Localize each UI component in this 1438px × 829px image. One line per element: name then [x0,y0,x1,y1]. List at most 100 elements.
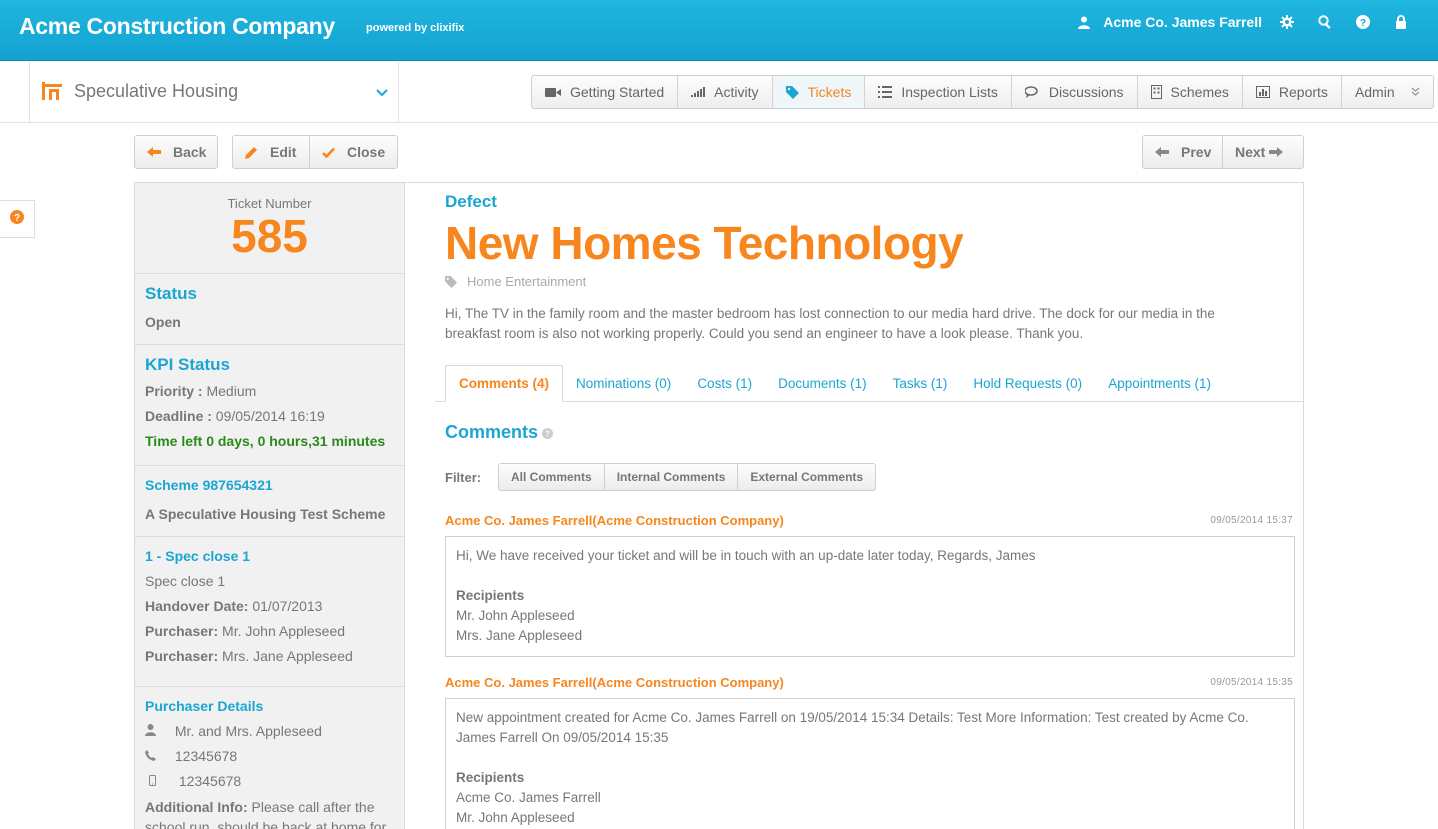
lock-icon[interactable] [1393,14,1409,30]
detail-tabs: Comments (4) Nominations (0) Costs (1) D… [445,365,1224,402]
ticket-number: 585 [231,210,308,262]
priority-row: Priority : Medium [145,383,257,399]
project-selector[interactable]: Speculative Housing [29,62,399,123]
signal-icon [691,87,706,97]
project-name: Speculative Housing [74,81,239,101]
recipient: Mr. John Appleseed [456,608,575,623]
deadline-row: Deadline : 09/05/2014 16:19 [145,408,325,424]
arrow-left-icon [147,147,161,157]
status-block: Status Open [135,274,404,345]
filter-label: Filter: [445,470,482,485]
back-button[interactable]: Back [134,135,218,169]
svg-text:?: ? [1360,18,1366,29]
tab-admin[interactable]: Admin [1342,76,1433,108]
powered-by: powered by clixifix [366,22,465,34]
contact-name-row: Mr. and Mrs. Appleseed [145,719,394,744]
tab-getting-started[interactable]: Getting Started [532,76,679,108]
plot-name: Spec close 1 [145,573,226,589]
additional-info: Additional Info: Please call after the s… [145,799,387,829]
tab-discussions[interactable]: Discussions [1012,76,1138,108]
bar-chart-icon [1255,86,1270,98]
comment-time: 09/05/2014 15:35 [1210,677,1293,688]
svg-text:?: ? [545,430,550,439]
ticket-description: Hi, The TV in the family room and the ma… [445,306,1215,341]
checkmark-icon [322,147,335,158]
time-left: Time left 0 days, 0 hours,31 minutes [145,433,386,449]
chevron-down-icon[interactable] [376,84,388,102]
help-icon: ? [10,209,24,229]
ticket-sidebar: Ticket Number 585 Status Open KPI Status… [134,182,405,829]
phone-icon [145,744,165,769]
help-tab[interactable]: ? [0,200,35,238]
recipient: Acme Co. James Farrell [456,790,601,805]
ticket-number-label: Ticket Number [227,196,312,211]
purchaser-row: Purchaser: Mrs. Jane Appleseed [145,648,353,664]
tab-documents[interactable]: Documents (1) [765,365,880,402]
arrow-left-icon [1155,147,1169,157]
tab-comments[interactable]: Comments (4) [445,365,564,402]
gear-icon[interactable] [1279,14,1295,30]
tab-hold-requests[interactable]: Hold Requests (0) [960,365,1095,402]
tab-costs[interactable]: Costs (1) [684,365,765,402]
comment-time: 09/05/2014 15:37 [1210,515,1293,526]
list-icon [878,86,893,98]
help-icon[interactable]: ? [1355,14,1371,30]
filter-internal-comments[interactable]: Internal Comments [605,464,739,490]
tab-tickets[interactable]: Tickets [772,76,866,108]
company-name[interactable]: Acme Construction Company [19,13,335,40]
tab-reports[interactable]: Reports [1243,76,1342,108]
ticket-category: Home Entertainment [445,274,586,289]
pencil-icon [245,146,258,159]
mobile-row: 12345678 [145,769,394,794]
purchaser-details-block: Purchaser Details Mr. and Mrs. Appleseed… [135,687,404,829]
tag-icon [785,85,799,99]
handover-row: Handover Date: 01/07/2013 [145,598,323,614]
recipients-label: Recipients [456,588,525,603]
kpi-heading: KPI Status [145,355,231,374]
chevron-down-icon [1411,85,1420,99]
edit-button[interactable]: Edit [232,135,310,169]
plot-block: 1 - Spec close 1 Spec close 1 Handover D… [135,537,404,687]
recipients-label: Recipients [456,770,525,785]
tab-tasks[interactable]: Tasks (1) [880,365,961,402]
tab-appointments[interactable]: Appointments (1) [1095,365,1224,402]
navigation-bar: Speculative Housing Getting Started Acti… [0,62,1438,123]
filter-external-comments[interactable]: External Comments [738,464,875,490]
search-icon[interactable] [1317,14,1333,30]
tab-schemes[interactable]: Schemes [1138,76,1243,108]
person-icon [145,719,165,744]
comment-author: Acme Co. James Farrell(Acme Construction… [445,513,784,528]
svg-text:?: ? [14,213,20,224]
tab-nominations[interactable]: Nominations (0) [563,365,684,402]
phone-row: 12345678 [145,744,394,769]
top-header: Acme Construction Company powered by cli… [0,0,1438,61]
close-button[interactable]: Close [309,135,398,169]
tab-inspection-lists[interactable]: Inspection Lists [865,76,1012,108]
help-icon[interactable]: ? [542,423,554,444]
status-heading: Status [145,284,197,303]
ticket-number-block: Ticket Number 585 [135,183,404,274]
scheme-name: A Speculative Housing Test Scheme [145,506,386,522]
prev-button[interactable]: Prev [1142,135,1223,169]
user-name[interactable]: Acme Co. James Farrell [1103,14,1262,30]
house-logo-icon [40,78,64,107]
ticket-title: New Homes Technology [445,217,964,269]
main-tabs: Getting Started Activity Tickets Inspect… [531,75,1434,109]
video-camera-icon [545,87,561,98]
user-icon [1076,14,1092,30]
purchaser-details-heading[interactable]: Purchaser Details [145,698,394,714]
arrow-right-icon [1269,147,1284,157]
comment-body: New appointment created for Acme Co. Jam… [445,698,1295,829]
purchaser-row: Purchaser: Mr. John Appleseed [145,623,346,639]
tab-activity[interactable]: Activity [678,76,773,108]
comment-text: New appointment created for Acme Co. Jam… [456,710,1249,745]
filter-all-comments[interactable]: All Comments [499,464,605,490]
plot-link[interactable]: 1 - Spec close 1 [145,548,394,564]
comment-filters: All Comments Internal Comments External … [498,463,877,491]
scheme-link[interactable]: Scheme 987654321 [145,477,394,493]
next-button[interactable]: Next [1222,135,1304,169]
comment-body: Hi, We have received your ticket and wil… [445,536,1295,657]
user-area: Acme Co. James Farrell ? [1065,14,1420,30]
comments-heading: Comments ? [445,422,554,444]
comment-author: Acme Co. James Farrell(Acme Construction… [445,675,784,690]
